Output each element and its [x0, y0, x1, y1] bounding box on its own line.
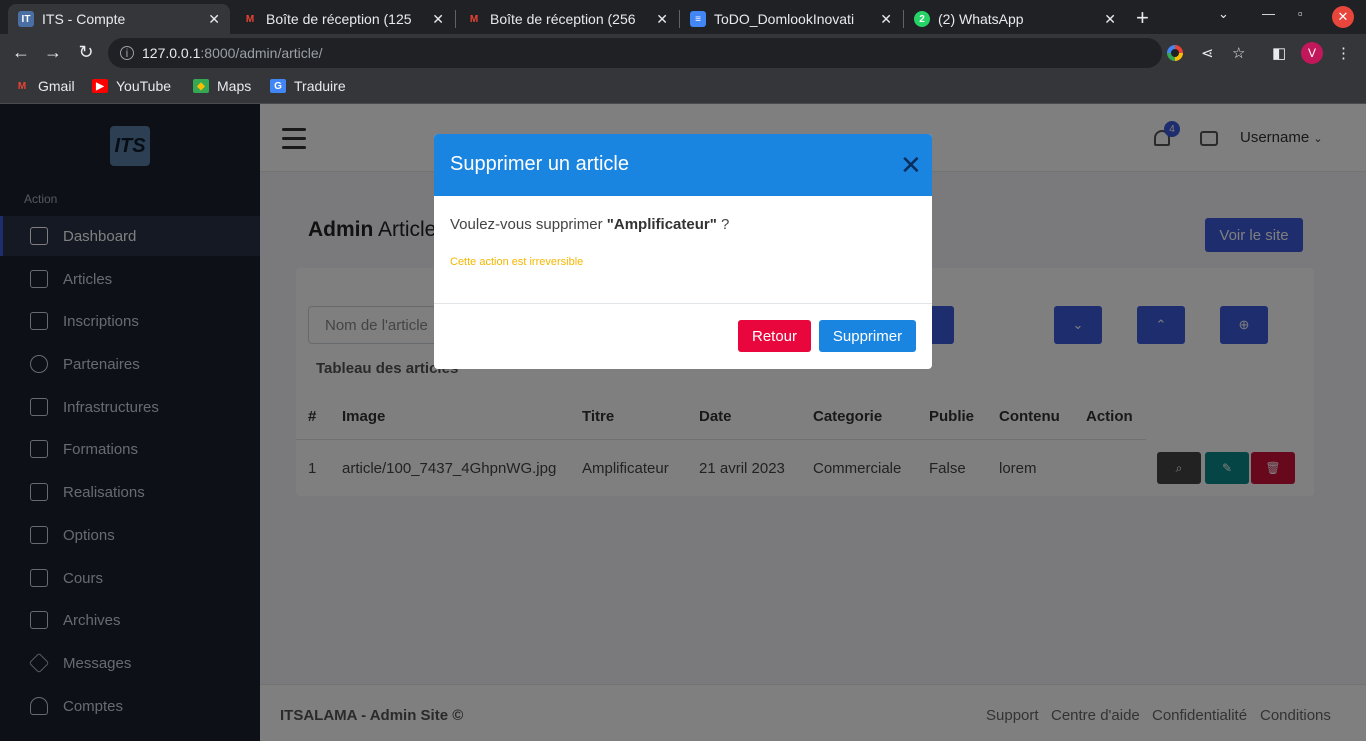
close-icon[interactable]: ✕: [900, 152, 922, 178]
warning-text: Cette action est irreversible: [450, 256, 584, 268]
translate-icon: G: [270, 79, 286, 93]
share-icon[interactable]: ⋖: [1201, 44, 1214, 62]
youtube-icon: ▶: [92, 79, 108, 93]
close-tab-icon[interactable]: ✕: [1104, 11, 1116, 28]
docs-favicon-icon: ≡: [690, 11, 706, 27]
browser-tab[interactable]: 2 (2) WhatsApp ✕: [904, 4, 1126, 34]
minimize-icon[interactable]: —: [1262, 6, 1275, 21]
maps-icon: ◆: [193, 79, 209, 93]
bookmark-maps[interactable]: ◆ Maps: [193, 78, 251, 94]
confirm-delete-button[interactable]: Supprimer: [819, 320, 916, 352]
bookmark-translate[interactable]: G Traduire: [270, 78, 346, 94]
google-lens-icon[interactable]: [1167, 45, 1183, 61]
browser-tab-bar: IT ITS - Compte ✕ M Boîte de réception (…: [0, 0, 1366, 34]
item-name: "Amplificateur": [606, 216, 717, 233]
site-info-icon[interactable]: i: [120, 46, 134, 60]
browser-toolbar: ← → ↻ i 127.0.0.1:8000/admin/article/ ⋖ …: [0, 34, 1366, 72]
bookmarks-bar: M Gmail ▶ YouTube ◆ Maps G Traduire: [0, 72, 1366, 104]
close-tab-icon[interactable]: ✕: [656, 11, 668, 28]
bookmark-star-icon[interactable]: ☆: [1232, 44, 1245, 62]
back-arrow-icon[interactable]: ←: [10, 42, 32, 63]
cancel-button[interactable]: Retour: [738, 320, 811, 352]
forward-arrow-icon[interactable]: →: [42, 42, 64, 63]
delete-article-modal: Supprimer un article ✕ Voulez-vous suppr…: [434, 134, 932, 369]
window-close-icon[interactable]: ✕: [1332, 6, 1354, 28]
gmail-favicon-icon: M: [245, 13, 255, 25]
modal-question: Voulez-vous supprimer "Amplificateur" ?: [450, 216, 730, 233]
bookmark-gmail[interactable]: M Gmail: [14, 78, 75, 94]
gmail-icon: M: [17, 80, 27, 92]
side-panel-icon[interactable]: ◧: [1272, 44, 1286, 62]
new-tab-icon[interactable]: +: [1136, 5, 1149, 31]
menu-kebab-icon[interactable]: ⋮: [1336, 44, 1351, 62]
bookmark-youtube[interactable]: ▶ YouTube: [92, 78, 171, 94]
close-tab-icon[interactable]: ✕: [432, 11, 444, 28]
close-tab-icon[interactable]: ✕: [880, 11, 892, 28]
browser-tab[interactable]: ≡ ToDO_DomlookInovati ✕: [680, 4, 902, 34]
profile-avatar[interactable]: V: [1301, 42, 1323, 64]
modal-title: Supprimer un article: [450, 153, 629, 175]
browser-tab[interactable]: M Boîte de réception (125 ✕: [232, 4, 454, 34]
browser-tab[interactable]: IT ITS - Compte ✕: [8, 4, 230, 34]
whatsapp-favicon-icon: 2: [914, 11, 930, 27]
reload-icon[interactable]: ↻: [75, 42, 97, 63]
its-favicon-icon: IT: [18, 11, 34, 27]
modal-divider: [434, 303, 932, 304]
browser-tab[interactable]: M Boîte de réception (256 ✕: [456, 4, 678, 34]
modal-header: Supprimer un article ✕: [434, 134, 932, 196]
address-bar[interactable]: i 127.0.0.1:8000/admin/article/: [108, 38, 1162, 68]
restore-icon[interactable]: ▫: [1298, 6, 1303, 21]
tab-search-icon[interactable]: ⌄: [1218, 6, 1229, 22]
gmail-favicon-icon: M: [469, 13, 479, 25]
close-tab-icon[interactable]: ✕: [208, 11, 220, 28]
